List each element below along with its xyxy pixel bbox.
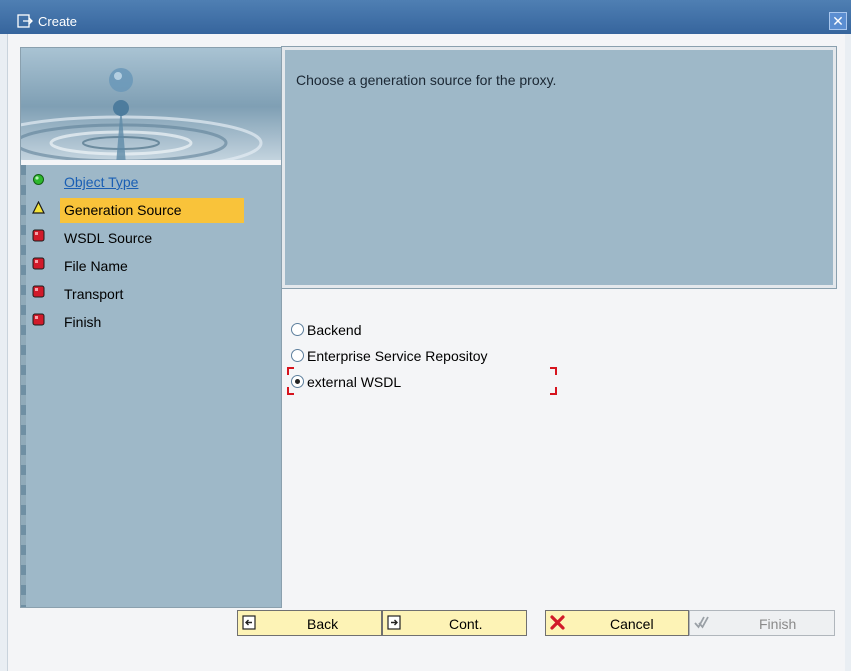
roadmap-step-transport: Transport: [29, 281, 269, 309]
checkmarks-icon: [694, 616, 709, 629]
continue-button-label: Cont.: [449, 616, 483, 632]
red-square-icon: [32, 257, 45, 270]
cancel-button[interactable]: Cancel: [545, 610, 689, 636]
back-button[interactable]: Back: [237, 610, 382, 636]
radio-button[interactable]: [291, 349, 304, 362]
roadmap-step-label: Finish: [64, 314, 102, 330]
roadmap-step-generation-source[interactable]: Generation Source: [29, 197, 269, 225]
back-button-label: Back: [307, 616, 339, 632]
water-drop-image: [21, 48, 281, 165]
yellow-triangle-icon: [32, 201, 45, 214]
back-arrow-icon: [242, 615, 256, 630]
roadmap-step-file-name: File Name: [29, 253, 269, 281]
focus-indicator-bottom-right: [550, 387, 557, 395]
forward-arrow-icon: [387, 615, 401, 630]
roadmap-steps: Object Type Generation Source WSDL Sourc…: [29, 169, 269, 337]
cancel-button-label: Cancel: [610, 616, 654, 632]
roadmap-step-label: Generation Source: [60, 198, 244, 223]
info-text: Choose a generation source for the proxy…: [296, 72, 557, 88]
radio-button[interactable]: [291, 323, 304, 336]
create-window-icon: [17, 14, 33, 28]
dialog-body: Object Type Generation Source WSDL Sourc…: [7, 34, 845, 671]
radio-label[interactable]: external WSDL: [307, 373, 401, 391]
green-circle-icon: [33, 174, 44, 185]
roadmap-left-stripe: [21, 165, 26, 607]
close-icon: ✕: [832, 13, 844, 29]
roadmap-step-label[interactable]: Object Type: [60, 170, 142, 195]
red-square-icon: [32, 229, 45, 242]
radio-label[interactable]: Enterprise Service Repositoy: [307, 347, 488, 365]
finish-button: Finish: [689, 610, 835, 636]
red-square-icon: [32, 285, 45, 298]
roadmap-step-label: Transport: [64, 286, 124, 302]
focus-indicator-top-left: [287, 367, 294, 375]
close-button[interactable]: ✕: [829, 12, 847, 30]
focus-indicator-bottom-left: [287, 387, 294, 395]
roadmap-step-object-type[interactable]: Object Type: [29, 169, 269, 197]
roadmap-step-label: WSDL Source: [64, 230, 153, 246]
roadmap-step-label: File Name: [64, 258, 128, 274]
cancel-x-icon: [550, 615, 565, 630]
roadmap-step-wsdl-source: WSDL Source: [29, 225, 269, 253]
finish-button-label: Finish: [759, 616, 797, 632]
continue-button[interactable]: Cont.: [382, 610, 527, 636]
window-titlebar: Create ✕: [0, 0, 851, 34]
focus-indicator-top-right: [550, 367, 557, 375]
roadmap-panel: Object Type Generation Source WSDL Sourc…: [20, 47, 282, 608]
window-title: Create: [38, 14, 78, 29]
red-square-icon: [32, 313, 45, 326]
radio-label[interactable]: Backend: [307, 321, 361, 339]
info-panel: Choose a generation source for the proxy…: [281, 46, 837, 289]
roadmap-step-finish: Finish: [29, 309, 269, 337]
